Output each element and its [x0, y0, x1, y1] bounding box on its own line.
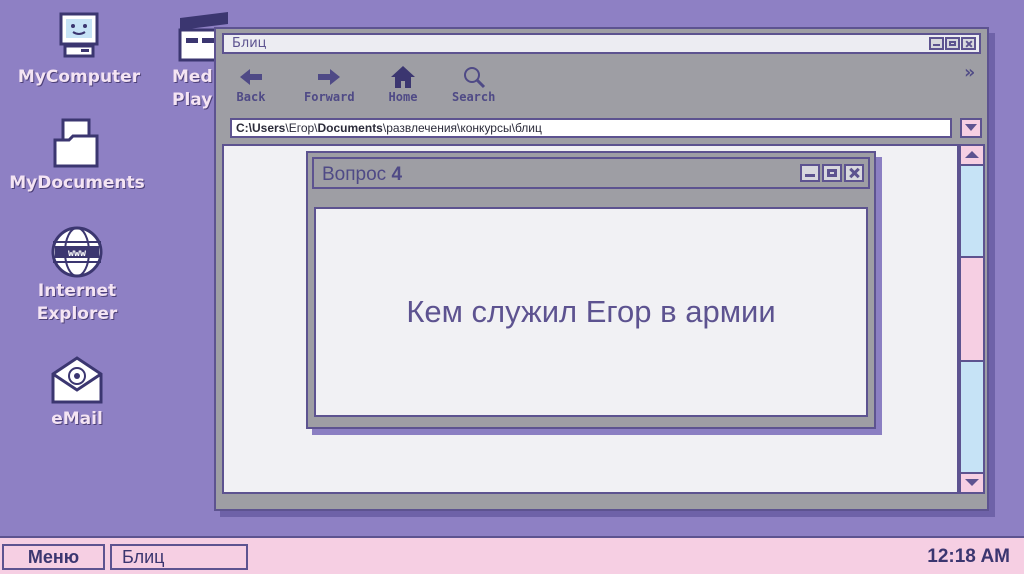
address-dropdown-button[interactable] — [960, 118, 982, 138]
dialog-title-number: 4 — [391, 164, 403, 185]
address-users: Users — [252, 121, 286, 135]
browser-titlebar[interactable]: Блиц — [222, 33, 981, 54]
back-label: Back — [236, 90, 266, 104]
scroll-down-button[interactable] — [961, 472, 983, 492]
clock: 12:18 AM — [927, 546, 1010, 567]
address-bar[interactable]: C:\Users\Егор\Documents\развлечения\конк… — [230, 118, 952, 138]
close-button[interactable] — [961, 37, 976, 50]
internet-explorer-icon: www — [49, 226, 105, 280]
svg-text:www: www — [68, 248, 87, 259]
desktop-icon-email[interactable]: eMail — [12, 354, 142, 431]
address-path-rest: \развлечения\конкурсы\блиц — [382, 121, 542, 135]
minimize-button[interactable] — [929, 37, 944, 50]
question-text: Кем служил Егор в армии — [406, 294, 776, 329]
address-user: Егор — [288, 121, 315, 135]
dialog-titlebar[interactable]: Вопрос 4 — [312, 157, 870, 189]
back-arrow-icon — [236, 64, 266, 90]
browser-toolbar: Back Forward Home Search » — [222, 58, 981, 110]
taskbar: Меню Блиц 12:18 AM — [0, 536, 1024, 574]
address-documents: Documents — [317, 121, 383, 135]
search-label: Search — [452, 90, 496, 104]
question-dialog: Вопрос 4 Кем служил Егор в армии — [306, 151, 876, 429]
vertical-scrollbar[interactable] — [959, 144, 985, 494]
forward-button[interactable]: Forward — [304, 64, 355, 104]
start-menu-button[interactable]: Меню — [2, 544, 105, 570]
computer-icon — [51, 12, 107, 66]
forward-arrow-icon — [314, 64, 344, 90]
dialog-maximize-button[interactable] — [822, 164, 842, 182]
home-button[interactable]: Home — [388, 64, 418, 104]
dialog-close-button[interactable] — [844, 164, 864, 182]
dialog-body: Кем служил Егор в армии — [314, 207, 868, 417]
toolbar-overflow-icon[interactable]: » — [964, 62, 975, 83]
desktop-icon-label: MyDocuments — [9, 173, 145, 193]
forward-label: Forward — [304, 90, 355, 104]
search-icon — [459, 64, 489, 90]
address-drive: C:\ — [236, 121, 252, 135]
email-icon — [49, 354, 105, 408]
dialog-title: Вопрос 4 — [322, 164, 402, 186]
home-icon — [388, 64, 418, 90]
dialog-title-word: Вопрос — [322, 164, 387, 185]
maximize-button[interactable] — [945, 37, 960, 50]
back-button[interactable]: Back — [236, 64, 266, 104]
search-button[interactable]: Search — [452, 64, 495, 104]
desktop-icon-label: Internet Explorer — [36, 281, 118, 324]
scroll-up-button[interactable] — [961, 146, 983, 166]
desktop-icon-internet-explorer[interactable]: www Internet Explorer — [12, 226, 142, 326]
desktop-icon-label: eMail — [51, 409, 103, 429]
desktop-icon-mydocuments[interactable]: MyDocuments — [9, 118, 145, 195]
taskbar-item-blitz[interactable]: Блиц — [110, 544, 248, 570]
desktop-icon-label: MyComputer — [17, 67, 141, 87]
documents-icon — [49, 118, 105, 172]
desktop-icon-mycomputer[interactable]: MyComputer — [14, 12, 144, 89]
desktop-icon-label: Med Play — [172, 67, 213, 110]
browser-title: Блиц — [232, 36, 267, 51]
home-label: Home — [388, 90, 418, 104]
dialog-minimize-button[interactable] — [800, 164, 820, 182]
scroll-thumb[interactable] — [961, 256, 983, 362]
